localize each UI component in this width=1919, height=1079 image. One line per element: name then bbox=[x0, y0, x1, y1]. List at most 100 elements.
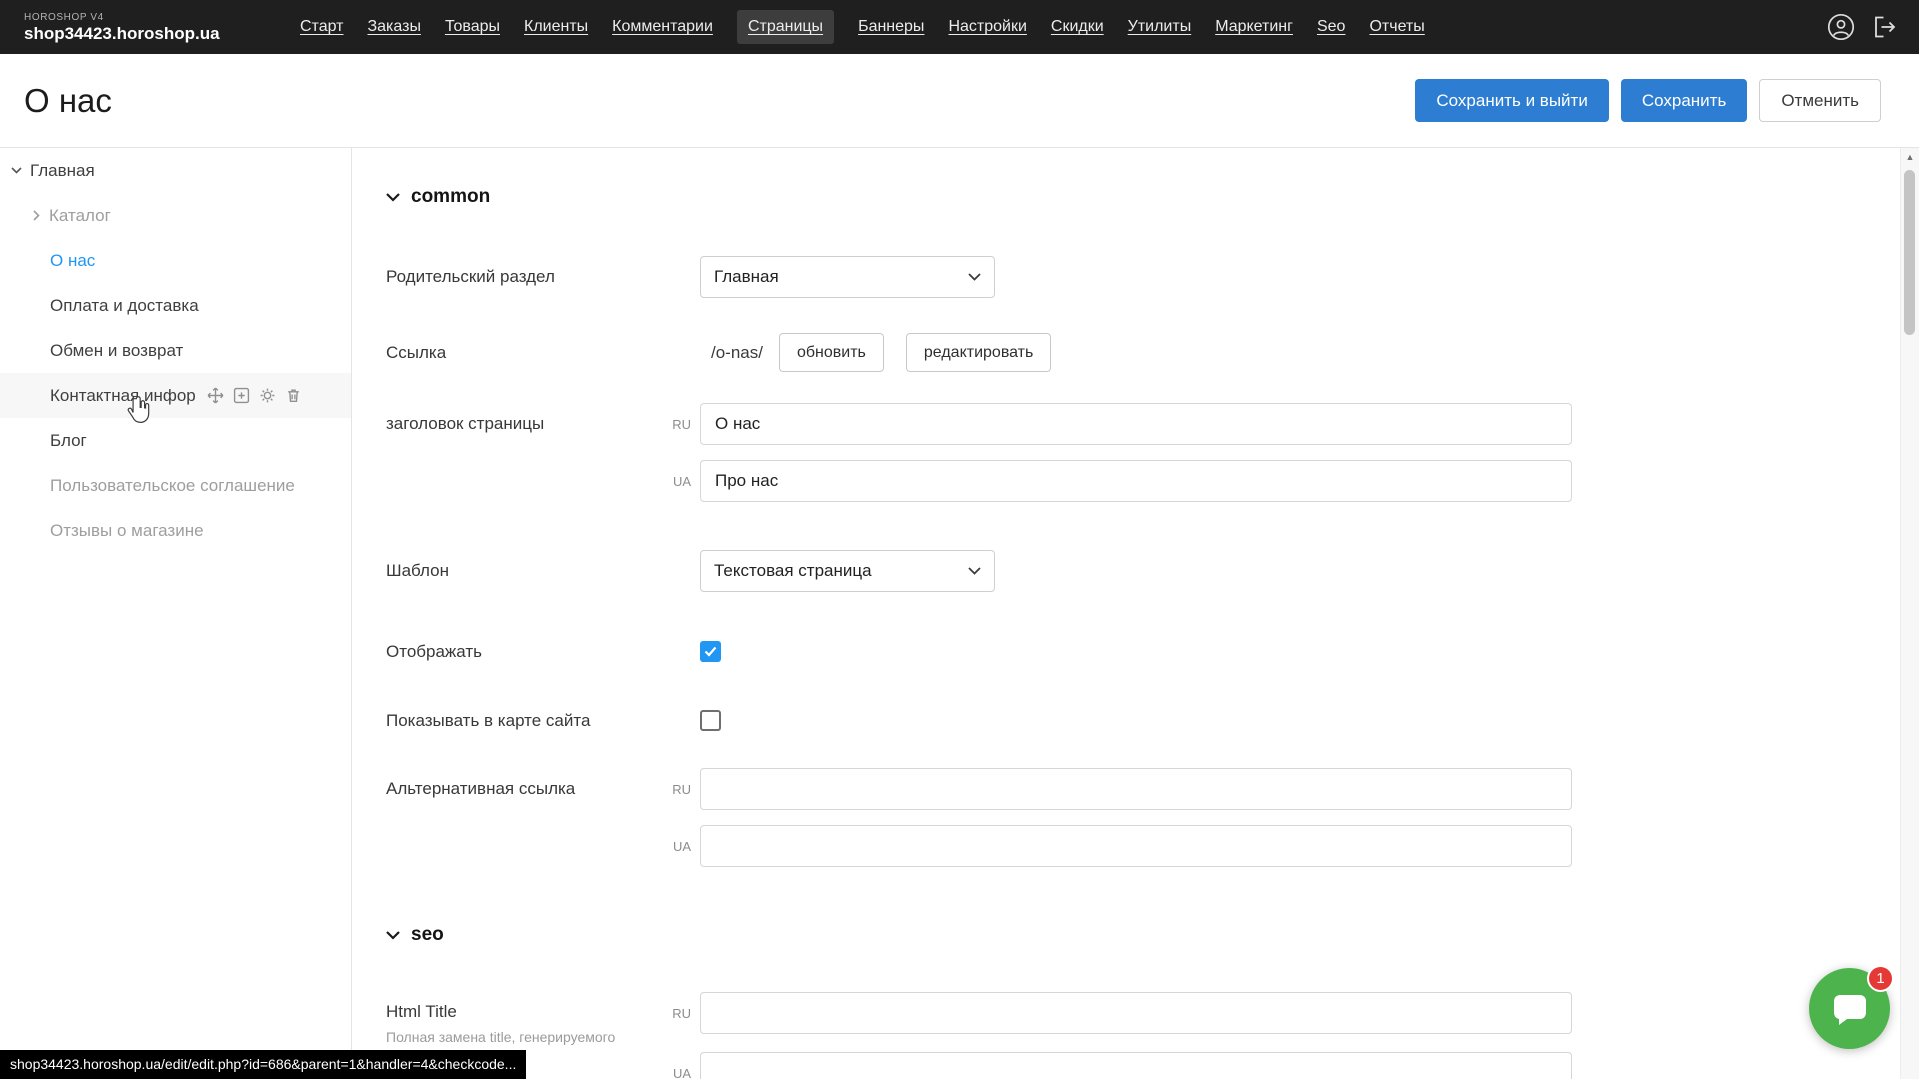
sidebar-item-katalog[interactable]: Каталог bbox=[0, 193, 351, 238]
page-heading-ru-input[interactable] bbox=[700, 403, 1572, 445]
alt-link-ua-input[interactable] bbox=[700, 825, 1572, 867]
account-icon[interactable] bbox=[1827, 13, 1855, 41]
lang-ru-label: RU bbox=[656, 417, 700, 432]
tree-item-actions bbox=[207, 387, 302, 404]
tree-item-label: О нас bbox=[50, 251, 95, 271]
scrollbar-thumb[interactable] bbox=[1904, 170, 1915, 335]
brand[interactable]: HOROSHOP V4 shop34423.horoshop.ua bbox=[0, 12, 300, 43]
template-select[interactable]: Текстовая страница bbox=[700, 550, 995, 592]
menu-item-zakazy[interactable]: Заказы bbox=[367, 18, 420, 36]
menu-item-skidki[interactable]: Скидки bbox=[1051, 18, 1104, 36]
tree-item-label: Блог bbox=[50, 431, 87, 451]
save-and-exit-button[interactable]: Сохранить и выйти bbox=[1415, 79, 1608, 122]
page-heading-ua-input[interactable] bbox=[700, 460, 1572, 502]
chevron-down-icon[interactable] bbox=[11, 167, 22, 174]
cancel-button[interactable]: Отменить bbox=[1759, 79, 1881, 122]
menu-item-seo[interactable]: Seo bbox=[1317, 18, 1345, 36]
chevron-down-icon bbox=[968, 567, 981, 575]
menu-item-klienty[interactable]: Клиенты bbox=[524, 18, 588, 36]
sidebar-item-polzovatelskoe-soglashenie[interactable]: Пользовательское соглашение bbox=[0, 463, 351, 508]
chevron-down-icon bbox=[386, 931, 400, 940]
sitemap-checkbox[interactable] bbox=[700, 710, 721, 731]
lang-ru-label: RU bbox=[656, 782, 700, 797]
menu-item-kommentarii[interactable]: Комментарии bbox=[612, 18, 713, 36]
link-path-value: /o-nas/ bbox=[700, 343, 763, 363]
page-header: О нас Сохранить и выйти Сохранить Отмени… bbox=[0, 54, 1919, 148]
link-edit-button[interactable]: редактировать bbox=[906, 333, 1051, 372]
parent-section-row: Родительский раздел Главная bbox=[386, 256, 1900, 298]
delete-trash-icon[interactable] bbox=[285, 387, 302, 404]
alt-link-row: Альтернативная ссылка RU UA bbox=[386, 768, 1900, 867]
html-title-ua-input[interactable] bbox=[700, 1052, 1572, 1079]
chevron-right-icon[interactable] bbox=[33, 210, 40, 221]
topbar: HOROSHOP V4 shop34423.horoshop.ua Старт … bbox=[0, 0, 1919, 54]
sidebar-item-blog[interactable]: Блог bbox=[0, 418, 351, 463]
field-label: Отображать bbox=[386, 642, 700, 662]
brand-domain: shop34423.horoshop.ua bbox=[24, 24, 300, 43]
menu-item-stranitsy[interactable]: Страницы bbox=[737, 10, 834, 44]
section-title: common bbox=[411, 186, 490, 208]
lang-ua-label: UA bbox=[656, 474, 700, 489]
settings-gear-icon[interactable] bbox=[259, 387, 276, 404]
sidebar-item-o-nas[interactable]: О нас bbox=[0, 238, 351, 283]
section-seo[interactable]: seo bbox=[386, 924, 1900, 946]
link-row: Ссылка /o-nas/ обновить редактировать bbox=[386, 333, 1900, 372]
lang-ru-label: RU bbox=[656, 1006, 700, 1021]
save-button[interactable]: Сохранить bbox=[1621, 79, 1747, 122]
html-title-ru-input[interactable] bbox=[700, 992, 1572, 1034]
field-label: Альтернативная ссылка bbox=[386, 768, 656, 810]
brand-version: HOROSHOP V4 bbox=[24, 12, 300, 24]
main-menu: Старт Заказы Товары Клиенты Комментарии … bbox=[300, 10, 1425, 44]
field-label: Шаблон bbox=[386, 561, 700, 581]
tree-item-label: Контактная инфор bbox=[50, 386, 196, 406]
field-label: Html Title bbox=[386, 1002, 656, 1022]
logout-icon[interactable] bbox=[1871, 14, 1897, 40]
lang-ua-label: UA bbox=[656, 1066, 700, 1079]
sidebar-item-kontaktnaya-infor[interactable]: Контактная инфор bbox=[0, 373, 351, 418]
menu-item-marketing[interactable]: Маркетинг bbox=[1215, 18, 1293, 36]
select-value: Главная bbox=[714, 267, 779, 287]
chevron-down-icon bbox=[968, 273, 981, 281]
field-label: Ссылка bbox=[386, 343, 700, 363]
parent-section-select[interactable]: Главная bbox=[700, 256, 995, 298]
link-refresh-button[interactable]: обновить bbox=[779, 333, 884, 372]
add-page-icon[interactable] bbox=[233, 387, 250, 404]
page-title: О нас bbox=[24, 82, 112, 120]
vertical-scrollbar[interactable]: ▲ bbox=[1900, 148, 1919, 1079]
chat-badge: 1 bbox=[1867, 965, 1894, 992]
chat-widget-button[interactable]: 1 bbox=[1809, 968, 1890, 1049]
sitemap-row: Показывать в карте сайта bbox=[386, 710, 1900, 731]
alt-link-ru-input[interactable] bbox=[700, 768, 1572, 810]
page: HOROSHOP V4 shop34423.horoshop.ua Старт … bbox=[0, 0, 1919, 1079]
chat-bubble-icon bbox=[1830, 991, 1870, 1027]
status-url: shop34423.horoshop.ua/edit/edit.php?id=6… bbox=[0, 1050, 526, 1079]
move-icon[interactable] bbox=[207, 387, 224, 404]
field-label: Родительский раздел bbox=[386, 267, 700, 287]
pages-tree-sidebar: Главная Каталог О нас Оплата и доставка … bbox=[0, 148, 352, 1079]
section-common[interactable]: common bbox=[386, 186, 1900, 208]
tree-item-label: Пользовательское соглашение bbox=[50, 476, 295, 496]
html-title-row: Html Title Полная замена title, генериру… bbox=[386, 992, 1900, 1079]
display-checkbox[interactable] bbox=[700, 641, 721, 662]
menu-item-tovary[interactable]: Товары bbox=[445, 18, 500, 36]
page-edit-form: common Родительский раздел Главная Ссылк… bbox=[352, 148, 1900, 1079]
sidebar-item-oplata-i-dostavka[interactable]: Оплата и доставка bbox=[0, 283, 351, 328]
menu-item-bannery[interactable]: Баннеры bbox=[858, 18, 924, 36]
menu-item-nastroyki[interactable]: Настройки bbox=[948, 18, 1026, 36]
field-note: Полная замена title, генерируемого bbox=[386, 1029, 656, 1045]
chevron-down-icon bbox=[386, 193, 400, 202]
page-heading-row: заголовок страницы RU UA bbox=[386, 403, 1900, 502]
template-row: Шаблон Текстовая страница bbox=[386, 550, 1900, 592]
menu-item-utility[interactable]: Утилиты bbox=[1128, 18, 1192, 36]
sidebar-item-obmen-i-vozvrat[interactable]: Обмен и возврат bbox=[0, 328, 351, 373]
sidebar-item-glavnaya[interactable]: Главная bbox=[0, 148, 351, 193]
menu-item-otchety[interactable]: Отчеты bbox=[1369, 18, 1424, 36]
menu-item-start[interactable]: Старт bbox=[300, 18, 343, 36]
tree-item-label: Обмен и возврат bbox=[50, 341, 183, 361]
scroll-up-arrow-icon[interactable]: ▲ bbox=[1901, 148, 1919, 166]
tree-item-label: Отзывы о магазине bbox=[50, 521, 204, 541]
tree-item-label: Оплата и доставка bbox=[50, 296, 199, 316]
sidebar-item-otzyvy-o-magazine[interactable]: Отзывы о магазине bbox=[0, 508, 351, 553]
field-label: заголовок страницы bbox=[386, 403, 656, 445]
field-label-block: Html Title Полная замена title, генериру… bbox=[386, 992, 656, 1045]
